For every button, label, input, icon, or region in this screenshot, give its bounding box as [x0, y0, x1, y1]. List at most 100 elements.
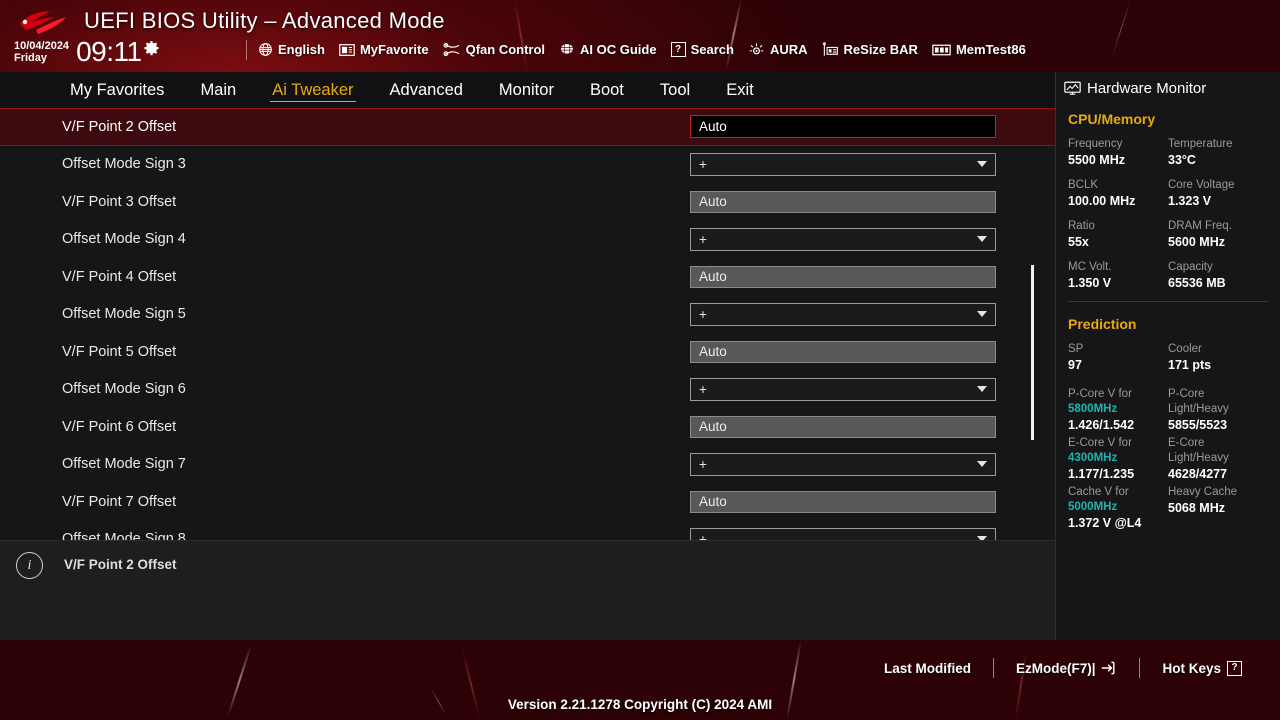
resize-bar-icon	[822, 42, 838, 56]
header-item-qfan-control[interactable]: Qfan Control	[443, 42, 545, 57]
tab-monitor[interactable]: Monitor	[481, 72, 572, 108]
tab-main[interactable]: Main	[182, 72, 254, 108]
hw-prediction-key: E-Core V for	[1068, 437, 1132, 449]
hw-metric-key: BCLK	[1068, 179, 1099, 191]
last-modified-button[interactable]: Last Modified	[862, 661, 993, 676]
settings-row[interactable]: Offset Mode Sign 5 +	[0, 296, 1055, 334]
settings-value-dropdown[interactable]: +	[690, 377, 996, 401]
tab-advanced[interactable]: Advanced	[372, 72, 481, 108]
settings-value-input[interactable]: Auto	[690, 490, 996, 513]
chevron-down-icon	[977, 236, 987, 243]
header-item-label: MyFavorite	[359, 42, 429, 57]
hw-metric-pair: MC Volt. 1.350 V Capacity 65536 MB	[1068, 260, 1280, 291]
settings-value-input[interactable]: Auto	[690, 190, 996, 213]
settings-row[interactable]: Offset Mode Sign 6 +	[0, 371, 1055, 409]
aura-light-icon	[749, 43, 764, 55]
settings-value-text: +	[699, 156, 707, 172]
hw-prediction-right: Heavy Cache 5068 MHz	[1168, 485, 1268, 531]
settings-value-dropdown[interactable]: +	[690, 227, 996, 251]
hw-metric: Core Voltage 1.323 V	[1168, 178, 1268, 209]
hw-metric: Cooler 171 pts	[1168, 342, 1268, 373]
header-item-label: AI OC Guide	[580, 42, 657, 57]
settings-value-dropdown[interactable]: +	[690, 302, 996, 326]
settings-row[interactable]: V/F Point 3 Offset Auto	[0, 183, 1055, 221]
ai-chip-icon	[561, 44, 574, 54]
settings-row[interactable]: Offset Mode Sign 8 +	[0, 521, 1055, 540]
footer-bar: Last Modified EzMode(F7)| Hot Keys ? Ver…	[0, 640, 1280, 720]
settings-value-input[interactable]: Auto	[690, 340, 996, 363]
fan-scissors-icon	[443, 42, 459, 57]
tab-boot[interactable]: Boot	[572, 72, 642, 108]
hw-prediction-subkey: Light/Heavy	[1168, 403, 1229, 415]
footer-actions: Last Modified EzMode(F7)| Hot Keys ?	[862, 658, 1264, 678]
settings-row[interactable]: Offset Mode Sign 7 +	[0, 446, 1055, 484]
question-box-icon: ?	[670, 42, 686, 57]
last-modified-label: Last Modified	[883, 660, 971, 676]
settings-value-dropdown[interactable]: +	[690, 452, 996, 476]
settings-value-input[interactable]: Auto	[690, 265, 996, 288]
tab-tool[interactable]: Tool	[642, 72, 708, 108]
hotkeys-button[interactable]: Hot Keys ?	[1140, 660, 1264, 676]
hw-metric: Frequency 5500 MHz	[1068, 137, 1168, 168]
hw-prediction-subkey: Light/Heavy	[1168, 452, 1229, 464]
settings-value-input[interactable]: Auto	[690, 415, 996, 438]
settings-row[interactable]: V/F Point 7 Offset Auto	[0, 483, 1055, 521]
settings-row[interactable]: V/F Point 5 Offset Auto	[0, 333, 1055, 371]
header-item-resize-bar[interactable]: ReSize BAR	[822, 42, 918, 57]
header-item-english[interactable]: English	[258, 42, 325, 57]
hw-metric: Temperature 33°C	[1168, 137, 1268, 168]
help-bar	[0, 540, 1055, 640]
settings-row[interactable]: V/F Point 4 Offset Auto	[0, 258, 1055, 296]
hotkeys-label: Hot Keys	[1162, 660, 1221, 676]
settings-value-text: Auto	[699, 344, 727, 360]
settings-value-dropdown[interactable]: +	[690, 527, 996, 540]
header-item-memtest86[interactable]: MemTest86	[932, 42, 1026, 57]
settings-value-text: +	[699, 231, 707, 247]
settings-row[interactable]: V/F Point 2 Offset Auto	[0, 108, 1055, 146]
header-item-myfavorite[interactable]: MyFavorite	[339, 42, 429, 57]
header-item-label: AURA	[769, 42, 808, 57]
ezmode-label: EzMode(F7)|	[1015, 660, 1096, 676]
hw-prediction-frequency: 4300MHz	[1068, 452, 1118, 464]
tab-ai-tweaker[interactable]: Ai Tweaker	[254, 72, 371, 108]
settings-row[interactable]: Offset Mode Sign 4 +	[0, 221, 1055, 259]
clock-label: 09:11	[76, 36, 142, 67]
hw-metric: Capacity 65536 MB	[1168, 260, 1268, 291]
hw-metric: DRAM Freq. 5600 MHz	[1168, 219, 1268, 250]
settings-value-text: Auto	[699, 119, 727, 135]
header-item-ai-oc-guide[interactable]: AI OC Guide	[559, 42, 657, 57]
settings-value-input[interactable]: Auto	[690, 115, 996, 139]
hw-metric-value: 171 pts	[1168, 358, 1212, 372]
hw-prediction-value: 4628/4277	[1168, 467, 1228, 481]
hw-metric-value: 55x	[1068, 235, 1089, 249]
content-scrollbar[interactable]	[1031, 265, 1034, 440]
settings-row-label: V/F Point 4 Offset	[62, 268, 177, 285]
hw-prediction-frequency: 5000MHz	[1068, 501, 1118, 513]
tab-my-favorites[interactable]: My Favorites	[52, 72, 182, 108]
date-time-display[interactable]: 10/04/2024 Friday 09:11	[14, 38, 160, 66]
favorite-folder-icon	[339, 43, 355, 56]
header-item-aura[interactable]: AURA	[748, 42, 808, 57]
settings-row[interactable]: Offset Mode Sign 3 +	[0, 146, 1055, 184]
hw-metric-key: Frequency	[1068, 138, 1123, 150]
hw-prediction-pair: E-Core V for 4300MHz 1.177/1.235 E-Core Ligh…	[1068, 436, 1280, 482]
hw-prediction-right: E-Core Light/Heavy 4628/4277	[1168, 436, 1268, 482]
hw-metric: BCLK 100.00 MHz	[1068, 178, 1168, 209]
gear-icon[interactable]	[143, 40, 160, 57]
settings-value-dropdown[interactable]: +	[690, 152, 996, 176]
hw-prediction-left: Cache V for 5000MHz 1.372 V @L4	[1068, 485, 1168, 531]
hw-prediction-left: P-Core V for 5800MHz 1.426/1.542	[1068, 387, 1168, 433]
settings-value-text: +	[699, 456, 707, 472]
header-item-label: MemTest86	[955, 42, 1026, 57]
settings-row-label: Offset Mode Sign 5	[62, 306, 186, 323]
hw-prediction-pair: Cache V for 5000MHz 1.372 V @L4 Heavy Cache…	[1068, 485, 1280, 531]
settings-row[interactable]: V/F Point 6 Offset Auto	[0, 408, 1055, 446]
ezmode-button[interactable]: EzMode(F7)|	[994, 661, 1140, 676]
hw-metric-value: 1.323 V	[1168, 194, 1212, 208]
chevron-down-icon	[977, 386, 987, 393]
tab-exit[interactable]: Exit	[708, 72, 772, 108]
ez-mode-arrow-icon	[1102, 661, 1116, 675]
header-item-search[interactable]: ? Search	[670, 42, 734, 57]
settings-row-label: V/F Point 7 Offset	[62, 493, 177, 510]
hw-metric: SP 97	[1068, 342, 1168, 373]
